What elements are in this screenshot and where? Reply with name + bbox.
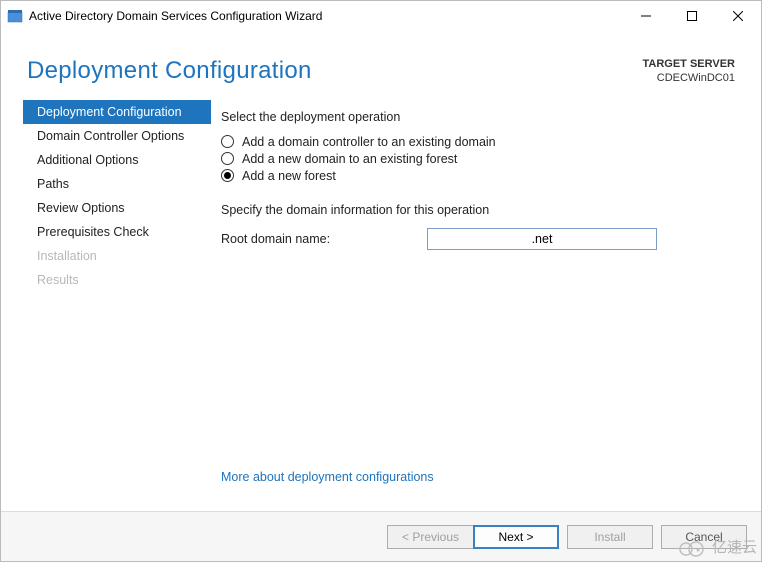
- target-server-label: TARGET SERVER: [643, 57, 736, 71]
- radio-existing-domain[interactable]: Add a domain controller to an existing d…: [221, 135, 733, 149]
- step-results: Results: [23, 268, 211, 292]
- deployment-operation-radios: Add a domain controller to an existing d…: [221, 135, 733, 183]
- radio-label: Add a domain controller to an existing d…: [242, 135, 496, 149]
- step-review-options[interactable]: Review Options: [23, 196, 211, 220]
- step-list: Deployment Configuration Domain Controll…: [23, 100, 211, 500]
- window-title: Active Directory Domain Services Configu…: [29, 9, 623, 23]
- previous-button[interactable]: < Previous: [387, 525, 473, 549]
- content-pane: Select the deployment operation Add a do…: [211, 100, 761, 500]
- next-button[interactable]: Next >: [473, 525, 559, 549]
- wizard-header: Deployment Configuration TARGET SERVER C…: [1, 31, 761, 100]
- radio-existing-forest[interactable]: Add a new domain to an existing forest: [221, 152, 733, 166]
- radio-new-forest[interactable]: Add a new forest: [221, 169, 733, 183]
- radio-icon: [221, 169, 234, 182]
- step-paths[interactable]: Paths: [23, 172, 211, 196]
- nav-button-group: < Previous Next >: [387, 525, 559, 549]
- more-about-link[interactable]: More about deployment configurations: [221, 470, 733, 484]
- step-additional-options[interactable]: Additional Options: [23, 148, 211, 172]
- root-domain-label: Root domain name:: [221, 232, 427, 246]
- maximize-button[interactable]: [669, 1, 715, 31]
- title-bar: Active Directory Domain Services Configu…: [1, 1, 761, 31]
- app-icon: [7, 8, 23, 24]
- radio-label: Add a new forest: [242, 169, 336, 183]
- radio-icon: [221, 152, 234, 165]
- close-button[interactable]: [715, 1, 761, 31]
- root-domain-input[interactable]: [427, 228, 657, 250]
- step-domain-controller-options[interactable]: Domain Controller Options: [23, 124, 211, 148]
- specify-domain-label: Specify the domain information for this …: [221, 203, 733, 217]
- step-installation: Installation: [23, 244, 211, 268]
- target-server-box: TARGET SERVER CDECWinDC01: [643, 57, 736, 86]
- cancel-button[interactable]: Cancel: [661, 525, 747, 549]
- radio-icon: [221, 135, 234, 148]
- root-domain-row: Root domain name:: [221, 228, 733, 250]
- target-server-name: CDECWinDC01: [643, 71, 736, 85]
- radio-label: Add a new domain to an existing forest: [242, 152, 457, 166]
- install-button[interactable]: Install: [567, 525, 653, 549]
- select-operation-label: Select the deployment operation: [221, 110, 733, 124]
- minimize-button[interactable]: [623, 1, 669, 31]
- step-prerequisites-check[interactable]: Prerequisites Check: [23, 220, 211, 244]
- wizard-body: Deployment Configuration Domain Controll…: [1, 100, 761, 500]
- wizard-footer: < Previous Next > Install Cancel: [1, 511, 761, 561]
- page-title: Deployment Configuration: [27, 57, 643, 85]
- step-deployment-configuration[interactable]: Deployment Configuration: [23, 100, 211, 124]
- window-controls: [623, 1, 761, 31]
